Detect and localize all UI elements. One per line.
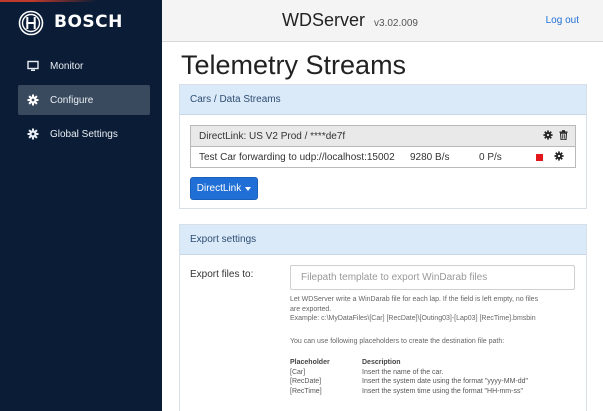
gear-icon[interactable] [543, 130, 553, 143]
export-card-header: Export settings [180, 225, 586, 255]
placeholder-table: Placeholder Description [Car] Insert the… [290, 358, 528, 396]
help-line: are exported. [290, 305, 332, 313]
main-content: Telemetry Streams Cars / Data Streams Di… [162, 42, 603, 411]
bosch-logo-icon [18, 10, 44, 36]
monitor-icon [26, 59, 40, 73]
table-header: Placeholder [290, 359, 330, 367]
stream-panel: DirectLink: US V2 Prod / ****de7f Test C… [190, 125, 576, 168]
table-row: [RecTime] Insert the system time using t… [290, 387, 528, 397]
export-path-input[interactable] [290, 265, 575, 290]
gear-icon[interactable] [554, 151, 564, 164]
top-header: WDServer v3.02.009 Log out [162, 0, 603, 42]
help-line: Example: c:\MyDataFiles\[Car] [RecDate]\… [290, 315, 536, 322]
sidebar-item-configure[interactable]: Configure [18, 85, 150, 115]
trash-icon[interactable] [559, 130, 568, 143]
help-line: Let WDServer write a WinDarab file for e… [290, 296, 539, 303]
sidebar-item-monitor[interactable]: Monitor [18, 51, 150, 81]
streams-card-header: Cars / Data Streams [180, 85, 586, 115]
table-header: Description [362, 359, 401, 367]
table-row: [Car] Insert the name of the car. [290, 368, 528, 378]
caret-down-icon [245, 187, 252, 191]
table-cell: [RecDate] [290, 378, 322, 386]
brand[interactable]: BOSCH [0, 2, 162, 42]
app-name: WDServer [282, 10, 366, 30]
sidebar-item-label: Global Settings [50, 128, 118, 140]
export-settings-card: Export settings Export files to: Let WDS… [179, 224, 587, 411]
gear-icon [26, 127, 40, 141]
table-cell: Insert the system time using the format … [362, 387, 523, 395]
table-cell: Insert the name of the car. [362, 368, 444, 376]
export-files-label: Export files to: [190, 269, 254, 280]
app-version: v3.02.009 [374, 18, 418, 29]
logout-link[interactable]: Log out [546, 15, 579, 26]
table-cell: [RecTime] [290, 387, 322, 395]
placeholder-intro: You can use following placeholders to cr… [290, 338, 505, 345]
table-header-row: Placeholder Description [290, 358, 528, 368]
directlink-label: DirectLink [196, 183, 242, 194]
stream-name: DirectLink: US V2 Prod / ****de7f [199, 130, 346, 142]
brand-name: BOSCH [54, 12, 123, 32]
sidebar: BOSCH Monitor Configure Global Settings [0, 0, 162, 411]
sidebar-item-label: Configure [50, 94, 94, 106]
table-cell: [Car] [290, 368, 306, 376]
page-title: Telemetry Streams [181, 50, 407, 80]
export-help-text: Let WDServer write a WinDarab file for e… [290, 295, 538, 324]
app-title: WDServer v3.02.009 [282, 10, 418, 31]
stop-icon[interactable] [536, 154, 543, 161]
stream-forwarding-row: Test Car forwarding to udp://localhost:1… [191, 147, 575, 168]
directlink-dropdown-button[interactable]: DirectLink [190, 177, 258, 200]
byte-rate: 9280 B/s [410, 152, 450, 163]
gear-icon [26, 93, 40, 107]
sidebar-item-label: Monitor [50, 60, 84, 72]
table-row: [RecDate] Insert the system date using t… [290, 377, 528, 387]
sidebar-item-global-settings[interactable]: Global Settings [18, 119, 150, 149]
stream-header: DirectLink: US V2 Prod / ****de7f [191, 126, 575, 147]
streams-card: Cars / Data Streams DirectLink: US V2 Pr… [179, 84, 587, 209]
forwarding-label: Test Car forwarding to udp://localhost:1… [199, 152, 395, 163]
packet-rate: 0 P/s [479, 152, 502, 163]
table-cell: Insert the system date using the format … [362, 378, 529, 386]
